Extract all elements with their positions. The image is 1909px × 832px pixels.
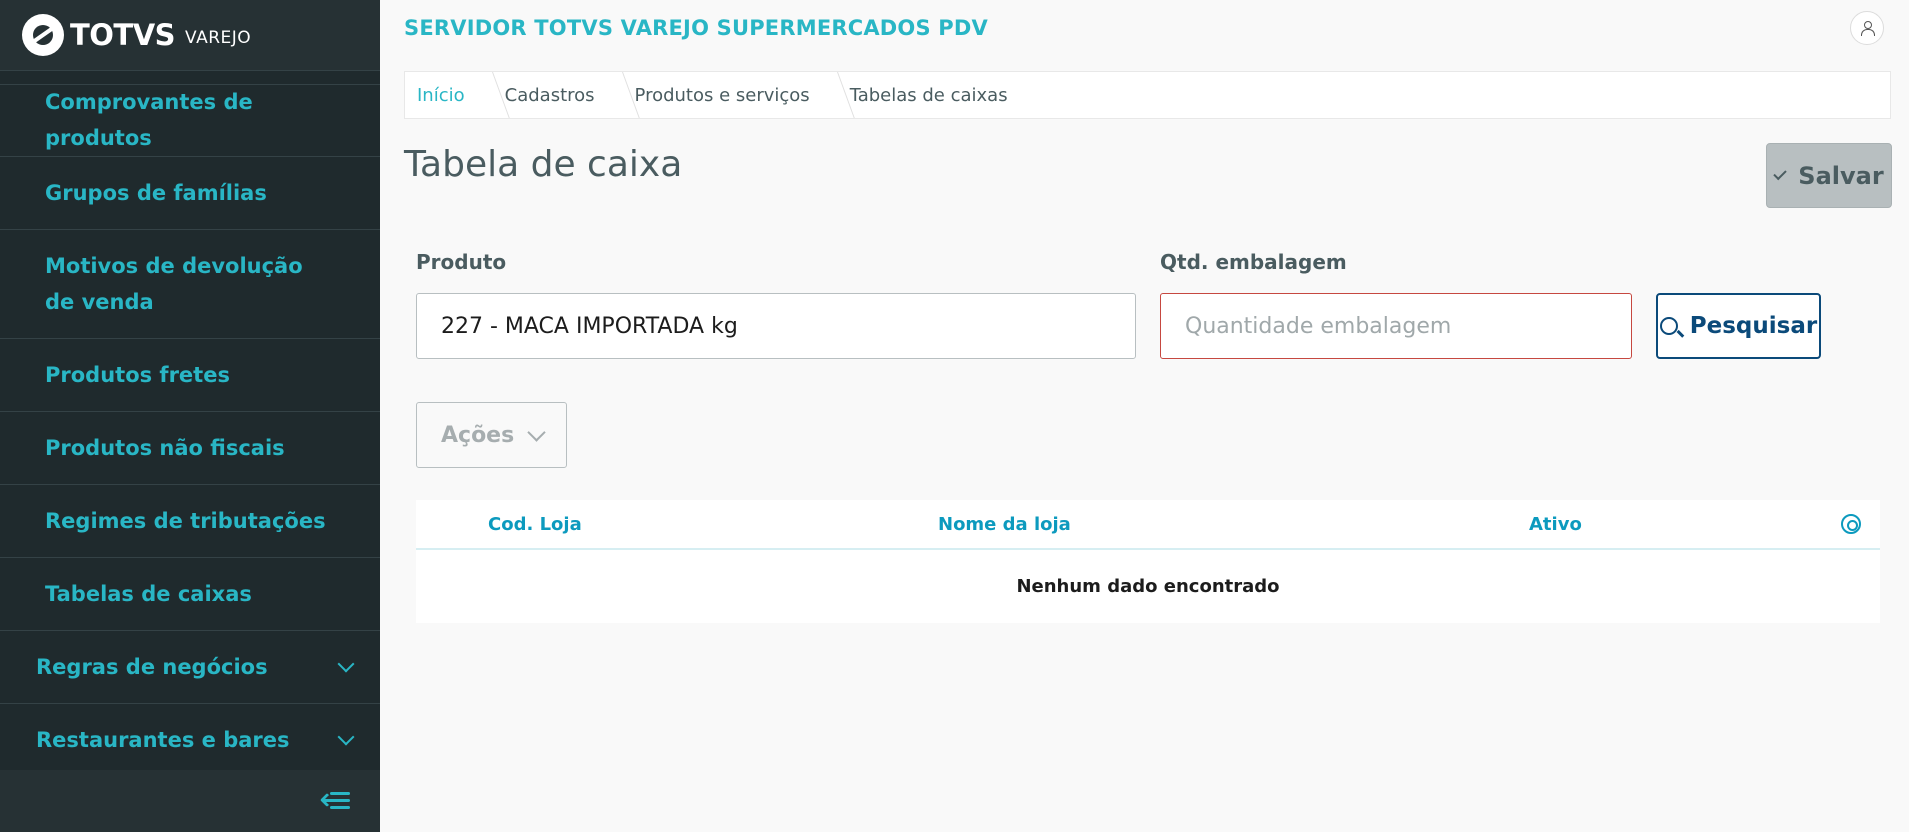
sidebar-item-regimes-de-tributacoes[interactable]: Regimes de tributações bbox=[0, 485, 380, 558]
sidebar-item-comprovantes-de-produtos[interactable]: Comprovantes de produtos bbox=[0, 84, 380, 157]
sidebar-item-produtos-fretes[interactable]: Produtos fretes bbox=[0, 339, 380, 412]
acoes-dropdown[interactable]: Ações bbox=[416, 402, 567, 468]
logo-subtitle: VAREJO bbox=[185, 28, 252, 48]
column-header-nome-da-loja[interactable]: Nome da loja bbox=[938, 514, 1071, 535]
sidebar-item-motivos-de-devolucao[interactable]: Motivos de devolução de venda bbox=[0, 230, 380, 339]
logo-bar: TOTVS VAREJO bbox=[0, 0, 380, 71]
sidebar-item-tabelas-de-caixas[interactable]: Tabelas de caixas bbox=[0, 558, 380, 631]
sidebar-item-label: Motivos de devolução de venda bbox=[45, 254, 303, 314]
sidebar-group-label: Regras de negócios bbox=[36, 655, 268, 679]
user-icon bbox=[1861, 21, 1875, 36]
sidebar-menu: Comprovantes de produtos Grupos de famíl… bbox=[0, 84, 380, 777]
acoes-label: Ações bbox=[441, 422, 515, 448]
sidebar-item-label: Comprovantes de produtos bbox=[45, 90, 253, 150]
pesquisar-button[interactable]: Pesquisar bbox=[1656, 293, 1821, 359]
chevron-down-icon bbox=[337, 655, 355, 673]
breadcrumb-item-inicio[interactable]: Início bbox=[405, 72, 485, 118]
pesquisar-button-label: Pesquisar bbox=[1689, 313, 1818, 339]
check-icon bbox=[1773, 166, 1788, 181]
sidebar-item-produtos-nao-fiscais[interactable]: Produtos não fiscais bbox=[0, 412, 380, 485]
table-header: Cod. Loja Nome da loja Ativo bbox=[416, 500, 1880, 550]
column-header-cod-loja[interactable]: Cod. Loja bbox=[488, 514, 582, 535]
sidebar-item-label: Produtos fretes bbox=[45, 363, 230, 387]
user-button[interactable] bbox=[1850, 11, 1884, 45]
sidebar-item-label: Grupos de famílias bbox=[45, 181, 267, 205]
totvs-logo-icon bbox=[22, 14, 64, 56]
produto-label: Produto bbox=[416, 250, 507, 274]
produto-input[interactable]: 227 - MACA IMPORTADA kg bbox=[416, 293, 1529, 359]
sidebar-group-restaurantes-e-bares[interactable]: Restaurantes e bares bbox=[0, 704, 380, 777]
search-icon bbox=[1659, 317, 1678, 335]
chevron-down-icon bbox=[337, 728, 355, 746]
sidebar: TOTVS VAREJO Comprovantes de produtos Gr… bbox=[0, 0, 380, 832]
qtd-embalagem-label: Qtd. embalagem bbox=[1160, 250, 1347, 274]
sidebar-item-grupos-de-familias[interactable]: Grupos de famílias bbox=[0, 157, 380, 230]
save-button-label: Salvar bbox=[1798, 161, 1884, 190]
save-button[interactable]: Salvar bbox=[1766, 143, 1892, 208]
sidebar-item-label: Tabelas de caixas bbox=[45, 582, 252, 606]
qtd-embalagem-input[interactable]: Quantidade embalagem bbox=[1160, 293, 1632, 359]
qtd-embalagem-placeholder: Quantidade embalagem bbox=[1185, 313, 1452, 339]
chevron-down-icon bbox=[527, 422, 546, 442]
produto-input-value: 227 - MACA IMPORTADA kg bbox=[441, 313, 738, 339]
breadcrumb-item-cadastros[interactable]: Cadastros bbox=[485, 72, 615, 118]
breadcrumb: Início Cadastros Produtos e serviços Tab… bbox=[404, 71, 1891, 119]
sidebar-footer bbox=[0, 770, 380, 832]
breadcrumb-item-tabelas-de-caixas: Tabelas de caixas bbox=[849, 84, 1008, 106]
sidebar-group-regras-de-negocios[interactable]: Regras de negócios bbox=[0, 631, 380, 704]
breadcrumb-item-produtos-e-servicos[interactable]: Produtos e serviços bbox=[615, 72, 830, 118]
data-table: Cod. Loja Nome da loja Ativo Nenhum dado… bbox=[416, 500, 1880, 623]
page-title: Tabela de caixa bbox=[404, 144, 683, 185]
collapse-menu-icon[interactable] bbox=[319, 790, 350, 812]
sidebar-item-label: Regimes de tributações bbox=[45, 509, 326, 533]
logo-brand: TOTVS bbox=[70, 18, 176, 52]
column-header-ativo[interactable]: Ativo bbox=[1529, 514, 1582, 535]
gear-icon[interactable] bbox=[1841, 514, 1861, 534]
sidebar-item-label: Produtos não fiscais bbox=[45, 436, 285, 460]
app-title: SERVIDOR TOTVS VAREJO SUPERMERCADOS PDV bbox=[404, 16, 988, 40]
empty-state-message: Nenhum dado encontrado bbox=[1016, 576, 1280, 597]
sidebar-group-label: Restaurantes e bares bbox=[36, 728, 290, 752]
